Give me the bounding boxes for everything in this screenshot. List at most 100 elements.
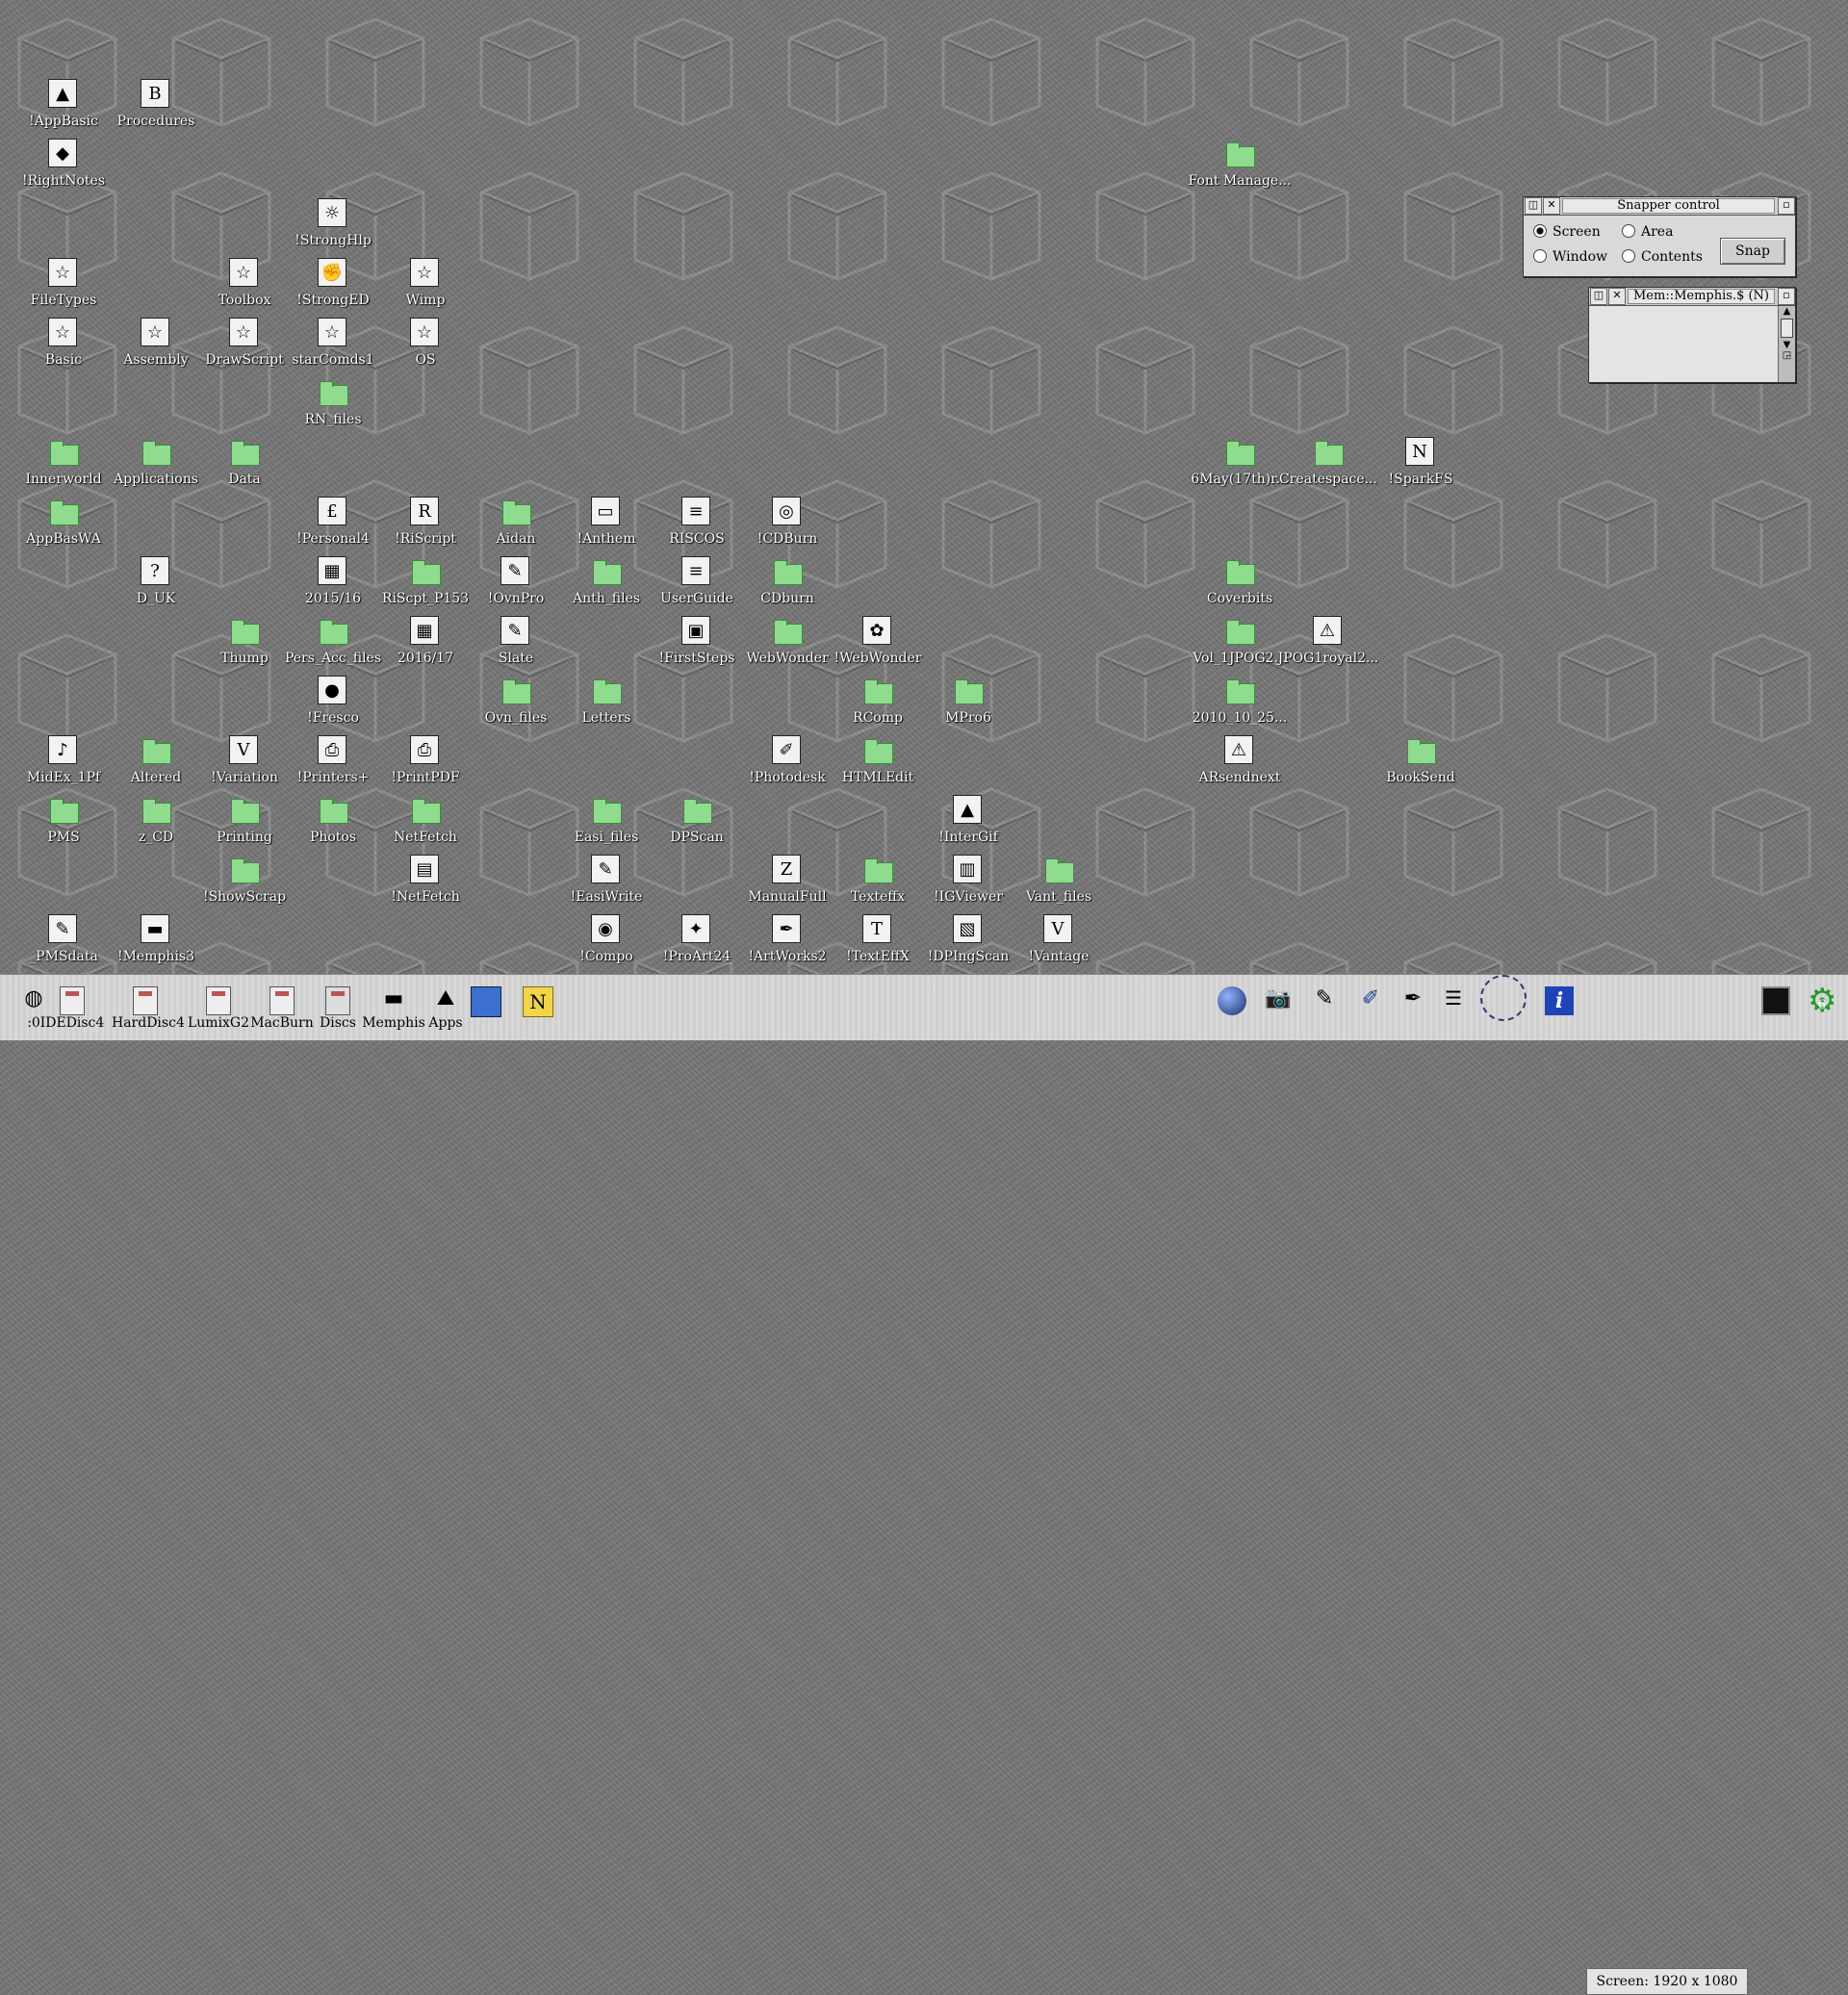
desktop-app[interactable]: ◆ !RightNotes — [17, 135, 110, 191]
desktop-folder[interactable]: NetFetch — [379, 791, 472, 847]
desktop-folder[interactable]: Coverbits — [1194, 552, 1286, 608]
desktop-app[interactable]: T !TextEffX — [832, 910, 924, 966]
desktop-app[interactable]: ☆ FileTypes — [17, 254, 110, 310]
desktop-app[interactable]: ⎙ !Printers+ — [287, 731, 379, 787]
screen-mode-display[interactable]: Screen: 1920 x 1080 — [1586, 1968, 1748, 1995]
back-icon[interactable]: ◫ — [1590, 288, 1607, 305]
iconbar-draw[interactable]: ✎ — [1301, 983, 1348, 1038]
desktop-folder[interactable]: RN_files — [287, 373, 379, 429]
desktop-app[interactable]: ✿ !WebWonder — [832, 612, 924, 668]
iconbar-edit[interactable]: ✐ — [1348, 983, 1394, 1038]
snap-button[interactable]: Snap — [1720, 238, 1785, 265]
radio-contents[interactable]: Contents — [1622, 249, 1703, 265]
scroll-up-icon[interactable]: ▲ — [1779, 306, 1795, 317]
desktop-folder[interactable]: Data — [198, 433, 291, 489]
desktop-app[interactable]: ▦ 2016/17 — [379, 612, 472, 668]
desktop-folder[interactable]: Photos — [287, 791, 379, 847]
desktop-app[interactable]: ≡ UserGuide — [651, 552, 743, 608]
desktop-app[interactable]: ☆ starComds1 — [287, 314, 379, 370]
scroll-down-icon[interactable]: ▼ — [1779, 340, 1795, 350]
desktop-folder[interactable]: DPScan — [651, 791, 743, 847]
desktop-app[interactable]: ☼ !StrongHlp — [287, 194, 379, 250]
memphis-titlebar[interactable]: ◫ ✕ Mem::Memphis.$ (N) ▫ — [1589, 288, 1795, 306]
desktop-app[interactable]: ▲ !InterGif — [922, 791, 1014, 847]
desktop-app[interactable]: ▤ !NetFetch — [379, 851, 472, 907]
iconbar-idedisc4[interactable]: IDEDisc4 — [38, 983, 106, 1038]
desktop-folder[interactable]: Aidan — [470, 493, 562, 549]
desktop-folder[interactable]: RiScpt_P153 — [379, 552, 472, 608]
snapper-titlebar[interactable]: ◫ ✕ Snapper control ▫ — [1524, 197, 1795, 216]
iconbar-sparkfs[interactable]: N — [504, 983, 572, 1038]
back-icon[interactable]: ◫ — [1525, 197, 1542, 215]
desktop-app[interactable]: ☆ Wimp — [379, 254, 472, 310]
desktop-folder[interactable]: 2010_10_25... — [1193, 672, 1287, 728]
iconbar-lumixg2[interactable]: LumixG2 — [185, 983, 252, 1038]
desktop-folder[interactable]: Createspace... — [1279, 433, 1377, 489]
desktop-folder[interactable]: WebWonder — [741, 612, 834, 668]
iconbar-display[interactable] — [1752, 983, 1800, 1038]
close-icon[interactable]: ✕ — [1608, 288, 1626, 305]
iconbar-paint[interactable]: ✒ — [1390, 983, 1436, 1038]
desktop-app[interactable]: B Procedures — [110, 75, 202, 131]
desktop-folder[interactable]: Font Manage... — [1188, 135, 1292, 191]
desktop-folder[interactable]: MPro6 — [922, 672, 1014, 728]
desktop-folder[interactable]: Texteffx — [832, 851, 924, 907]
desktop-app[interactable]: ✎ _PMSdata — [17, 910, 110, 966]
desktop-folder[interactable]: BookSend — [1374, 731, 1467, 787]
toggle-size-icon[interactable]: ▫ — [1778, 197, 1795, 215]
desktop-folder[interactable]: AppBasWA — [17, 493, 110, 549]
desktop-app[interactable]: ✦ !ProArt24 — [651, 910, 743, 966]
desktop-app[interactable]: ☆ Basic — [17, 314, 110, 370]
desktop-app[interactable]: Z ManualFull — [741, 851, 834, 907]
desktop-app[interactable]: ✊ !StrongED — [287, 254, 379, 310]
iconbar-clock[interactable] — [1475, 975, 1532, 1038]
iconbar-fresco[interactable] — [1209, 983, 1255, 1038]
iconbar-harddisc4[interactable]: HardDisc4 — [112, 983, 185, 1038]
desktop-app[interactable]: ⎙ !PrintPDF — [379, 731, 472, 787]
desktop-app[interactable]: V !Vantage — [1013, 910, 1105, 966]
desktop-app[interactable]: ✐ !Photodesk — [741, 731, 834, 787]
desktop-folder[interactable]: Innerworld — [17, 433, 110, 489]
desktop-app[interactable]: ✎ !EasiWrite — [560, 851, 653, 907]
desktop-folder[interactable]: Easi_files — [560, 791, 653, 847]
toggle-size-icon[interactable]: ▫ — [1778, 288, 1795, 305]
desktop-folder[interactable]: Anth_files — [560, 552, 653, 608]
desktop-app[interactable]: £ !Personal4 — [287, 493, 379, 549]
desktop-app[interactable]: ◎ !CDBurn — [741, 493, 834, 549]
desktop-folder[interactable]: !ShowScrap — [198, 851, 291, 907]
desktop-folder[interactable]: HTMLEdit — [832, 731, 924, 787]
snapper-window[interactable]: ◫ ✕ Snapper control ▫ Screen Area Window… — [1523, 196, 1796, 277]
close-icon[interactable]: ✕ — [1543, 197, 1560, 215]
vertical-scrollbar[interactable]: ▲ ▼ ◲ — [1778, 306, 1795, 382]
iconbar-snapper[interactable]: 📷 — [1255, 983, 1301, 1038]
resize-icon[interactable]: ◲ — [1779, 350, 1795, 361]
memphis-window[interactable]: ◫ ✕ Mem::Memphis.$ (N) ▫ ▲ ▼ ◲ — [1588, 287, 1796, 383]
desktop-app[interactable]: ✒ !ArtWorks2 — [741, 910, 834, 966]
desktop-app[interactable]: ? D_UK — [110, 552, 202, 608]
desktop-app[interactable]: ✎ Slate — [470, 612, 562, 668]
desktop-app[interactable]: ▭ !Anthem — [560, 493, 653, 549]
desktop-app[interactable]: ▦ 2015/16 — [287, 552, 379, 608]
desktop-app[interactable]: ▥ !IGViewer — [922, 851, 1014, 907]
desktop-folder[interactable]: Letters — [560, 672, 653, 728]
desktop-app[interactable]: ⚠ JPOG1royal2... — [1278, 612, 1378, 668]
iconbar-taskmanager[interactable]: ⚙ 6 — [1796, 983, 1848, 1038]
desktop-app[interactable]: ⚠ ARsendnext — [1194, 731, 1286, 787]
desktop-app[interactable]: R !RiScript — [379, 493, 472, 549]
scroll-thumb[interactable] — [1781, 319, 1793, 338]
desktop-app[interactable]: ▬ !Memphis3 — [110, 910, 202, 966]
desktop-folder[interactable]: RComp — [832, 672, 924, 728]
radio-window[interactable]: Window — [1533, 249, 1607, 265]
desktop-folder[interactable]: CDburn — [741, 552, 834, 608]
radio-area[interactable]: Area — [1622, 224, 1673, 240]
desktop-folder[interactable]: Vant_files — [1013, 851, 1105, 907]
desktop-app[interactable]: N !SparkFS — [1374, 433, 1467, 489]
desktop-app[interactable]: ≡ RISCOS — [651, 493, 743, 549]
desktop-app[interactable]: ☆ OS — [379, 314, 472, 370]
iconbar-info[interactable]: i — [1532, 983, 1586, 1038]
desktop-app[interactable]: ▲ !AppBasic — [17, 75, 110, 131]
desktop-folder[interactable]: Pers_Acc_files — [285, 612, 381, 668]
desktop-app[interactable]: ● !Fresco — [287, 672, 379, 728]
desktop-app[interactable]: ◉ !Compo — [560, 910, 653, 966]
iconbar-strongedit[interactable]: ☰ — [1434, 983, 1473, 1038]
